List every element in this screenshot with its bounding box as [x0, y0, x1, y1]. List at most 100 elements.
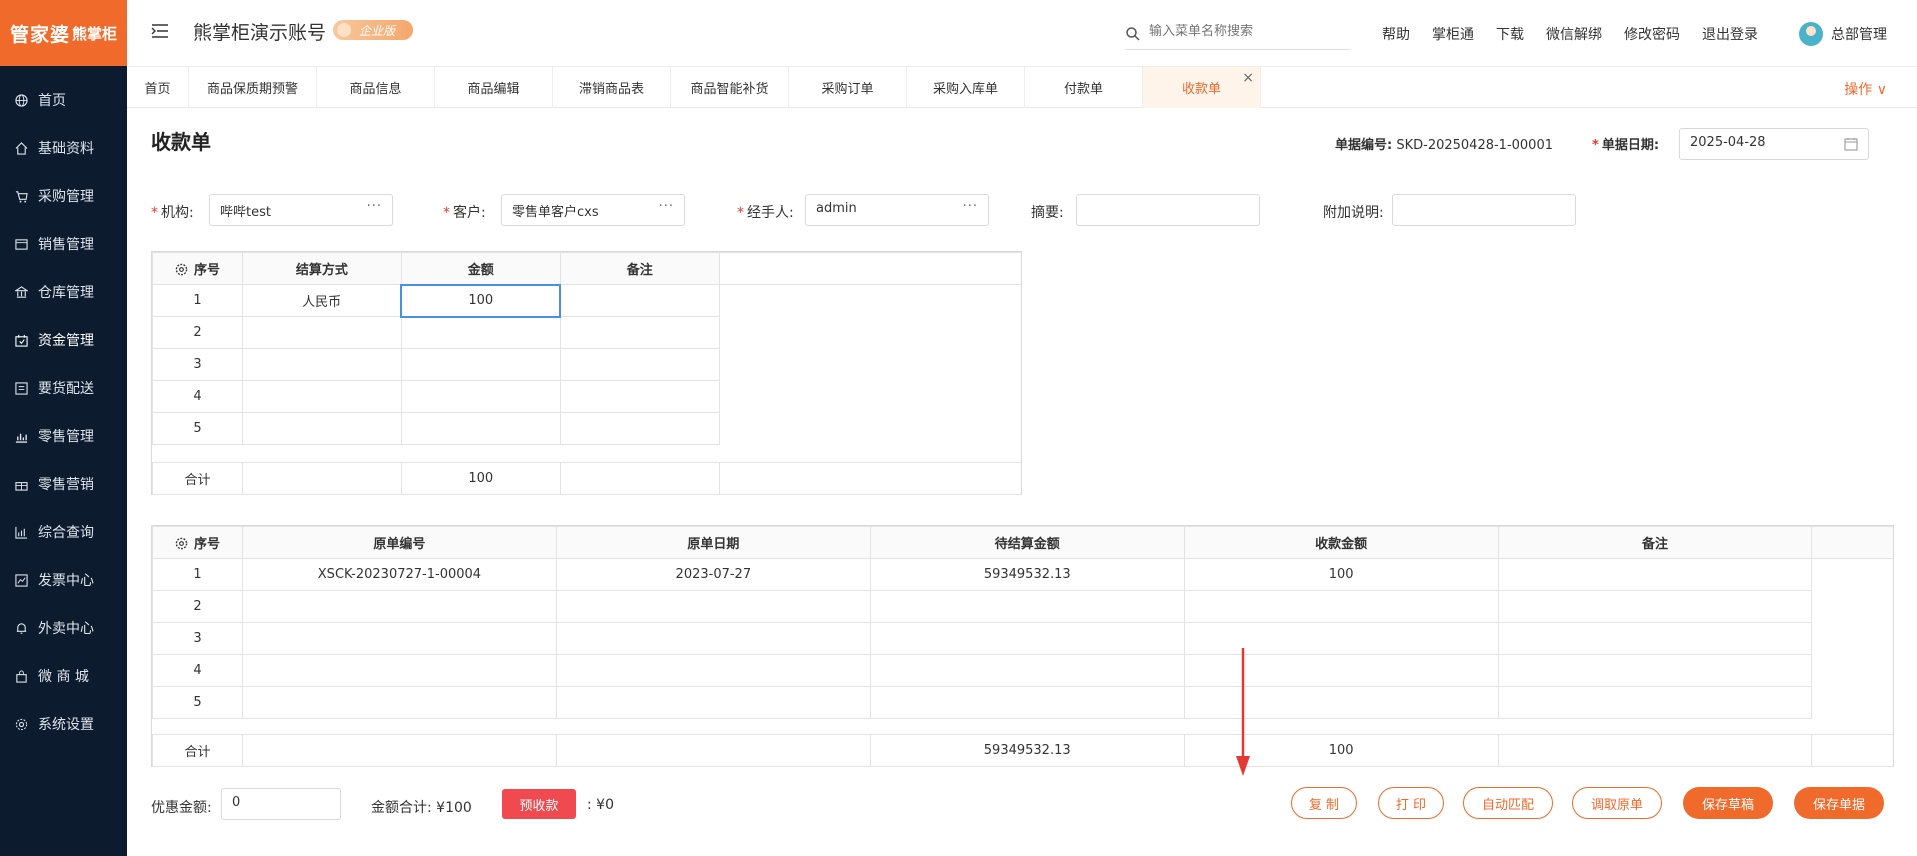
discount-input[interactable]: 0 — [221, 788, 341, 820]
table-row[interactable]: 3 — [152, 622, 1894, 655]
handler-field[interactable]: admin ··· — [805, 194, 989, 226]
logout-link[interactable]: 退出登录 — [1702, 24, 1758, 44]
cart-icon — [14, 189, 28, 203]
sidebar-item-invoice[interactable]: 发票中心 — [0, 556, 127, 604]
gear-icon[interactable] — [175, 263, 188, 276]
doc-date-label: * 单据日期: — [1592, 138, 1660, 153]
search-icon — [1126, 27, 1140, 41]
chart-icon — [14, 429, 28, 443]
tab-label: 商品智能补货 — [690, 82, 769, 97]
zhangguitong-link[interactable]: 掌柜通 — [1432, 24, 1474, 44]
sidebar-item-sales[interactable]: 销售管理 — [0, 220, 127, 268]
table-row[interactable]: 1 XSCK-20230727-1-00004 2023-07-27 59349532… — [152, 558, 1894, 591]
auto-match-button[interactable]: 自动匹配 — [1463, 787, 1553, 819]
tab-label: 收款单 — [1181, 82, 1221, 97]
home-icon — [14, 141, 28, 155]
org-label: * 机构: — [151, 205, 194, 221]
handler-label: * 经手人: — [737, 205, 794, 221]
sidebar-item-retail[interactable]: 零售管理 — [0, 412, 127, 460]
table-row[interactable]: 5 — [152, 686, 1894, 719]
menu-toggle-icon[interactable] — [151, 22, 169, 40]
save-draft-button[interactable]: 保存草稿 — [1683, 787, 1773, 819]
sidebar-item-basic-data[interactable]: 基础资料 — [0, 124, 127, 172]
col-header-pending: 待结算金额 — [869, 526, 1185, 559]
col-header-order-date: 原单日期 — [555, 526, 871, 559]
tab-purchase-order[interactable]: 采购订单 — [789, 67, 907, 108]
col-header-index[interactable]: 序号 — [152, 252, 243, 285]
handler-value: admin — [816, 201, 857, 216]
table-row[interactable]: 4 — [152, 654, 1894, 687]
crown-icon — [337, 23, 351, 37]
org-field[interactable]: 哔哔test ··· — [209, 194, 393, 226]
more-icon[interactable]: ··· — [367, 199, 382, 214]
sidebar-item-distribution[interactable]: 要货配送 — [0, 364, 127, 412]
summary-input[interactable] — [1076, 194, 1260, 226]
table-row: 2 — [152, 316, 1022, 349]
sidebar-item-finance[interactable]: 资金管理 — [0, 316, 127, 364]
list-icon — [14, 381, 28, 395]
tab-product-info[interactable]: 商品信息 — [317, 67, 435, 108]
sidebar-item-label: 仓库管理 — [38, 285, 94, 301]
amount-cell-editing[interactable]: 100 — [400, 283, 562, 318]
customer-label: * 客户: — [443, 205, 486, 221]
sidebar-item-marketing[interactable]: 零售营销 — [0, 460, 127, 508]
bank-icon — [14, 285, 28, 299]
change-password-link[interactable]: 修改密码 — [1624, 24, 1680, 44]
wechat-unbind-link[interactable]: 微信解绑 — [1546, 24, 1602, 44]
prepay-button[interactable]: 预收款 — [502, 789, 576, 819]
doc-date-field[interactable]: 2025-04-28 — [1679, 128, 1869, 160]
download-link[interactable]: 下载 — [1496, 24, 1524, 44]
sidebar-item-takeout[interactable]: 外卖中心 — [0, 604, 127, 652]
user-menu[interactable]: 总部管理 — [1799, 22, 1887, 46]
tab-expiry-warning[interactable]: 商品保质期预警 — [189, 67, 317, 108]
user-name: 总部管理 — [1831, 27, 1887, 43]
more-icon[interactable]: ··· — [659, 199, 674, 214]
col-header-method: 结算方式 — [241, 252, 402, 285]
gear-icon[interactable] — [175, 537, 188, 550]
table-row: 1 人民币 100 — [152, 283, 1022, 318]
sidebar-item-label: 资金管理 — [38, 333, 94, 349]
wallet-icon — [14, 333, 28, 347]
sidebar-item-query[interactable]: 综合查询 — [0, 508, 127, 556]
tab-purchase-receipt[interactable]: 采购入库单 — [907, 67, 1025, 108]
col-header-index[interactable]: 序号 — [152, 526, 243, 559]
save-document-button[interactable]: 保存单据 — [1794, 787, 1884, 819]
sidebar-item-mall[interactable]: 微 商 城 — [0, 652, 127, 700]
note-input[interactable] — [1392, 194, 1576, 226]
tab-home[interactable]: 首页 — [127, 67, 189, 108]
customer-field[interactable]: 零售单客户cxs ··· — [501, 194, 685, 226]
help-link[interactable]: 帮助 — [1382, 24, 1410, 44]
sidebar-item-home[interactable]: 首页 — [0, 76, 127, 124]
note-label: 附加说明: — [1323, 205, 1384, 221]
top-header: 熊掌柜演示账号 企业版 帮助 掌柜通 下载 微信解绑 修改密码 退出登录 总部管… — [127, 0, 1917, 66]
table-row: 5 — [152, 412, 1022, 445]
sidebar-item-label: 采购管理 — [38, 189, 94, 205]
tab-operations-menu[interactable]: 操作 ∨ — [1844, 79, 1887, 99]
close-icon[interactable]: × — [1242, 70, 1254, 86]
sidebar-item-label: 系统设置 — [38, 717, 94, 733]
original-orders-total-row: 合计 59349532.13 100 — [152, 734, 1893, 767]
tab-receipt[interactable]: 收款单 × — [1143, 67, 1261, 108]
sidebar-item-settings[interactable]: 系统设置 — [0, 700, 127, 748]
customer-value: 零售单客户cxs — [512, 205, 599, 220]
summary-label: 摘要: — [1031, 205, 1064, 221]
table-row[interactable]: 2 — [152, 590, 1894, 623]
tab-product-edit[interactable]: 商品编辑 — [435, 67, 553, 108]
search-input[interactable] — [1149, 24, 1349, 39]
fetch-original-button[interactable]: 调取原单 — [1572, 787, 1662, 819]
sidebar-item-warehouse[interactable]: 仓库管理 — [0, 268, 127, 316]
print-button[interactable]: 打 印 — [1378, 787, 1444, 819]
edition-badge-label: 企业版 — [359, 23, 396, 38]
tab-payment[interactable]: 付款单 — [1025, 67, 1143, 108]
app-logo[interactable]: 管家婆 熊掌柜 — [0, 0, 127, 66]
copy-button[interactable]: 复 制 — [1291, 787, 1357, 819]
sidebar-item-label: 微 商 城 — [38, 669, 89, 685]
more-icon[interactable]: ··· — [963, 199, 978, 214]
sidebar-item-label: 零售营销 — [38, 477, 94, 493]
tab-slow-moving[interactable]: 滞销商品表 — [553, 67, 671, 108]
tab-smart-restock[interactable]: 商品智能补货 — [671, 67, 789, 108]
sidebar-item-label: 零售管理 — [38, 429, 94, 445]
doc-number: 单据编号: SKD-20250428-1-00001 — [1335, 134, 1553, 153]
sidebar-item-label: 销售管理 — [38, 237, 94, 253]
sidebar-item-purchase[interactable]: 采购管理 — [0, 172, 127, 220]
